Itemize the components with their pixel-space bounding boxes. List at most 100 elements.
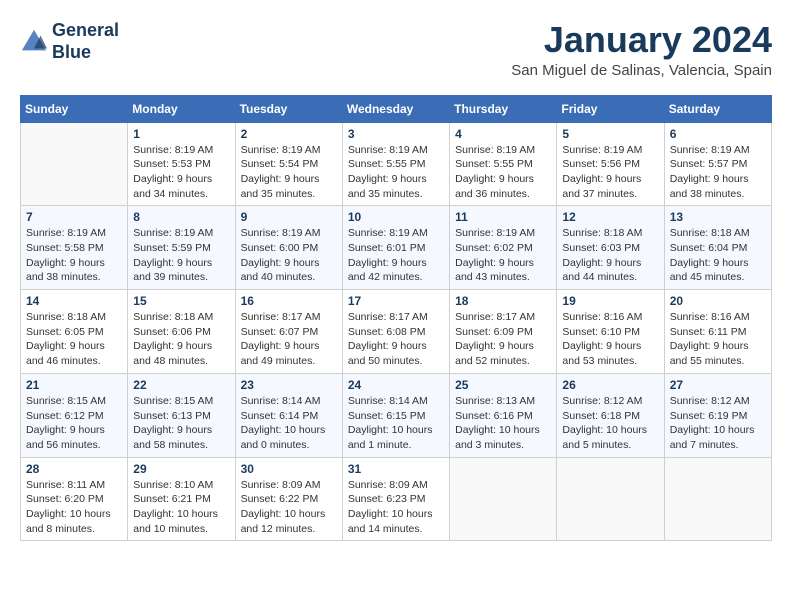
day-number: 15 — [133, 294, 229, 308]
calendar-cell: 10Sunrise: 8:19 AMSunset: 6:01 PMDayligh… — [342, 206, 449, 290]
calendar-cell: 28 Sunrise: 8:11 AMSunset: 6:20 PMDayligh… — [21, 457, 128, 541]
calendar-cell: 22 Sunrise: 8:15 AMSunset: 6:13 PMDayligh… — [128, 373, 235, 457]
calendar-week-5: 28 Sunrise: 8:11 AMSunset: 6:20 PMDayligh… — [21, 457, 772, 541]
day-info: Sunrise: 8:17 AMSunset: 6:07 PMDaylight:… — [241, 310, 337, 369]
day-info: Sunrise: 8:16 AMSunset: 6:11 PMDaylight:… — [670, 310, 766, 369]
calendar-cell: 3 Sunrise: 8:19 AMSunset: 5:55 PMDaylight… — [342, 122, 449, 206]
day-number: 22 — [133, 378, 229, 392]
calendar-body: 1 Sunrise: 8:19 AMSunset: 5:53 PMDaylight… — [21, 122, 772, 541]
calendar-cell: 5 Sunrise: 8:19 AMSunset: 5:56 PMDaylight… — [557, 122, 664, 206]
calendar-cell: 1 Sunrise: 8:19 AMSunset: 5:53 PMDaylight… — [128, 122, 235, 206]
day-number: 11 — [455, 210, 551, 224]
day-number: 26 — [562, 378, 658, 392]
day-info: Sunrise: 8:19 AMSunset: 5:56 PMDaylight:… — [562, 143, 658, 202]
day-info: Sunrise: 8:10 AMSunset: 6:21 PMDaylight:… — [133, 478, 229, 537]
day-number: 18 — [455, 294, 551, 308]
day-number: 29 — [133, 462, 229, 476]
calendar-cell: 25Sunrise: 8:13 AMSunset: 6:16 PMDayligh… — [450, 373, 557, 457]
day-info: Sunrise: 8:17 AMSunset: 6:08 PMDaylight:… — [348, 310, 444, 369]
day-info: Sunrise: 8:15 AMSunset: 6:13 PMDaylight:… — [133, 394, 229, 453]
day-info: Sunrise: 8:12 AMSunset: 6:19 PMDaylight:… — [670, 394, 766, 453]
day-number: 24 — [348, 378, 444, 392]
location: San Miguel de Salinas, Valencia, Spain — [511, 62, 772, 79]
calendar-cell: 8 Sunrise: 8:19 AMSunset: 5:59 PMDaylight… — [128, 206, 235, 290]
calendar-cell: 9Sunrise: 8:19 AMSunset: 6:00 PMDaylight… — [235, 206, 342, 290]
day-info: Sunrise: 8:19 AMSunset: 6:01 PMDaylight:… — [348, 226, 444, 285]
day-number: 31 — [348, 462, 444, 476]
day-info: Sunrise: 8:19 AMSunset: 5:53 PMDaylight:… — [133, 143, 229, 202]
calendar-cell: 31 Sunrise: 8:09 AMSunset: 6:23 PMDayligh… — [342, 457, 449, 541]
calendar-cell — [450, 457, 557, 541]
calendar-cell: 24 Sunrise: 8:14 AMSunset: 6:15 PMDayligh… — [342, 373, 449, 457]
calendar-cell: 26 Sunrise: 8:12 AMSunset: 6:18 PMDayligh… — [557, 373, 664, 457]
day-number: 5 — [562, 127, 658, 141]
column-header-wednesday: Wednesday — [342, 95, 449, 122]
day-number: 30 — [241, 462, 337, 476]
calendar-cell: 27Sunrise: 8:12 AMSunset: 6:19 PMDayligh… — [664, 373, 771, 457]
day-number: 17 — [348, 294, 444, 308]
calendar-cell: 20Sunrise: 8:16 AMSunset: 6:11 PMDayligh… — [664, 290, 771, 374]
day-number: 2 — [241, 127, 337, 141]
calendar-header-row: SundayMondayTuesdayWednesdayThursdayFrid… — [21, 95, 772, 122]
day-info: Sunrise: 8:18 AMSunset: 6:03 PMDaylight:… — [562, 226, 658, 285]
logo-text: General Blue — [52, 20, 119, 63]
calendar-cell: 17 Sunrise: 8:17 AMSunset: 6:08 PMDayligh… — [342, 290, 449, 374]
day-info: Sunrise: 8:16 AMSunset: 6:10 PMDaylight:… — [562, 310, 658, 369]
day-number: 3 — [348, 127, 444, 141]
column-header-tuesday: Tuesday — [235, 95, 342, 122]
calendar-cell: 6Sunrise: 8:19 AMSunset: 5:57 PMDaylight… — [664, 122, 771, 206]
column-header-monday: Monday — [128, 95, 235, 122]
day-info: Sunrise: 8:19 AMSunset: 5:57 PMDaylight:… — [670, 143, 766, 202]
day-info: Sunrise: 8:19 AMSunset: 6:02 PMDaylight:… — [455, 226, 551, 285]
calendar-cell: 11 Sunrise: 8:19 AMSunset: 6:02 PMDayligh… — [450, 206, 557, 290]
day-info: Sunrise: 8:18 AMSunset: 6:04 PMDaylight:… — [670, 226, 766, 285]
day-info: Sunrise: 8:12 AMSunset: 6:18 PMDaylight:… — [562, 394, 658, 453]
day-info: Sunrise: 8:11 AMSunset: 6:20 PMDaylight:… — [26, 478, 122, 537]
day-info: Sunrise: 8:18 AMSunset: 6:06 PMDaylight:… — [133, 310, 229, 369]
calendar-cell: 16Sunrise: 8:17 AMSunset: 6:07 PMDayligh… — [235, 290, 342, 374]
day-number: 19 — [562, 294, 658, 308]
day-number: 8 — [133, 210, 229, 224]
calendar-cell: 29 Sunrise: 8:10 AMSunset: 6:21 PMDayligh… — [128, 457, 235, 541]
calendar-cell — [664, 457, 771, 541]
logo-icon — [20, 28, 48, 56]
calendar-cell: 4Sunrise: 8:19 AMSunset: 5:55 PMDaylight… — [450, 122, 557, 206]
day-info: Sunrise: 8:14 AMSunset: 6:14 PMDaylight:… — [241, 394, 337, 453]
day-info: Sunrise: 8:09 AMSunset: 6:22 PMDaylight:… — [241, 478, 337, 537]
month-title: January 2024 — [511, 20, 772, 60]
day-number: 1 — [133, 127, 229, 141]
calendar-cell — [557, 457, 664, 541]
calendar-cell: 15 Sunrise: 8:18 AMSunset: 6:06 PMDayligh… — [128, 290, 235, 374]
calendar-cell: 12 Sunrise: 8:18 AMSunset: 6:03 PMDayligh… — [557, 206, 664, 290]
day-info: Sunrise: 8:13 AMSunset: 6:16 PMDaylight:… — [455, 394, 551, 453]
day-number: 9 — [241, 210, 337, 224]
calendar-table: SundayMondayTuesdayWednesdayThursdayFrid… — [20, 95, 772, 542]
calendar-week-1: 1 Sunrise: 8:19 AMSunset: 5:53 PMDaylight… — [21, 122, 772, 206]
calendar-cell: 23Sunrise: 8:14 AMSunset: 6:14 PMDayligh… — [235, 373, 342, 457]
calendar-cell: 19 Sunrise: 8:16 AMSunset: 6:10 PMDayligh… — [557, 290, 664, 374]
day-info: Sunrise: 8:18 AMSunset: 6:05 PMDaylight:… — [26, 310, 122, 369]
day-info: Sunrise: 8:09 AMSunset: 6:23 PMDaylight:… — [348, 478, 444, 537]
calendar-cell: 21Sunrise: 8:15 AMSunset: 6:12 PMDayligh… — [21, 373, 128, 457]
day-info: Sunrise: 8:19 AMSunset: 5:55 PMDaylight:… — [348, 143, 444, 202]
calendar-cell: 30 Sunrise: 8:09 AMSunset: 6:22 PMDayligh… — [235, 457, 342, 541]
calendar-cell: 2 Sunrise: 8:19 AMSunset: 5:54 PMDaylight… — [235, 122, 342, 206]
day-number: 21 — [26, 378, 122, 392]
logo: General Blue — [20, 20, 119, 63]
day-info: Sunrise: 8:14 AMSunset: 6:15 PMDaylight:… — [348, 394, 444, 453]
day-number: 14 — [26, 294, 122, 308]
calendar-week-4: 21Sunrise: 8:15 AMSunset: 6:12 PMDayligh… — [21, 373, 772, 457]
calendar-cell — [21, 122, 128, 206]
calendar-week-3: 14 Sunrise: 8:18 AMSunset: 6:05 PMDayligh… — [21, 290, 772, 374]
day-number: 12 — [562, 210, 658, 224]
day-info: Sunrise: 8:19 AMSunset: 5:58 PMDaylight:… — [26, 226, 122, 285]
day-info: Sunrise: 8:19 AMSunset: 5:59 PMDaylight:… — [133, 226, 229, 285]
day-info: Sunrise: 8:19 AMSunset: 5:55 PMDaylight:… — [455, 143, 551, 202]
calendar-cell: 7Sunrise: 8:19 AMSunset: 5:58 PMDaylight… — [21, 206, 128, 290]
day-info: Sunrise: 8:19 AMSunset: 5:54 PMDaylight:… — [241, 143, 337, 202]
calendar-cell: 18Sunrise: 8:17 AMSunset: 6:09 PMDayligh… — [450, 290, 557, 374]
calendar-cell: 13Sunrise: 8:18 AMSunset: 6:04 PMDayligh… — [664, 206, 771, 290]
column-header-sunday: Sunday — [21, 95, 128, 122]
day-number: 28 — [26, 462, 122, 476]
column-header-thursday: Thursday — [450, 95, 557, 122]
